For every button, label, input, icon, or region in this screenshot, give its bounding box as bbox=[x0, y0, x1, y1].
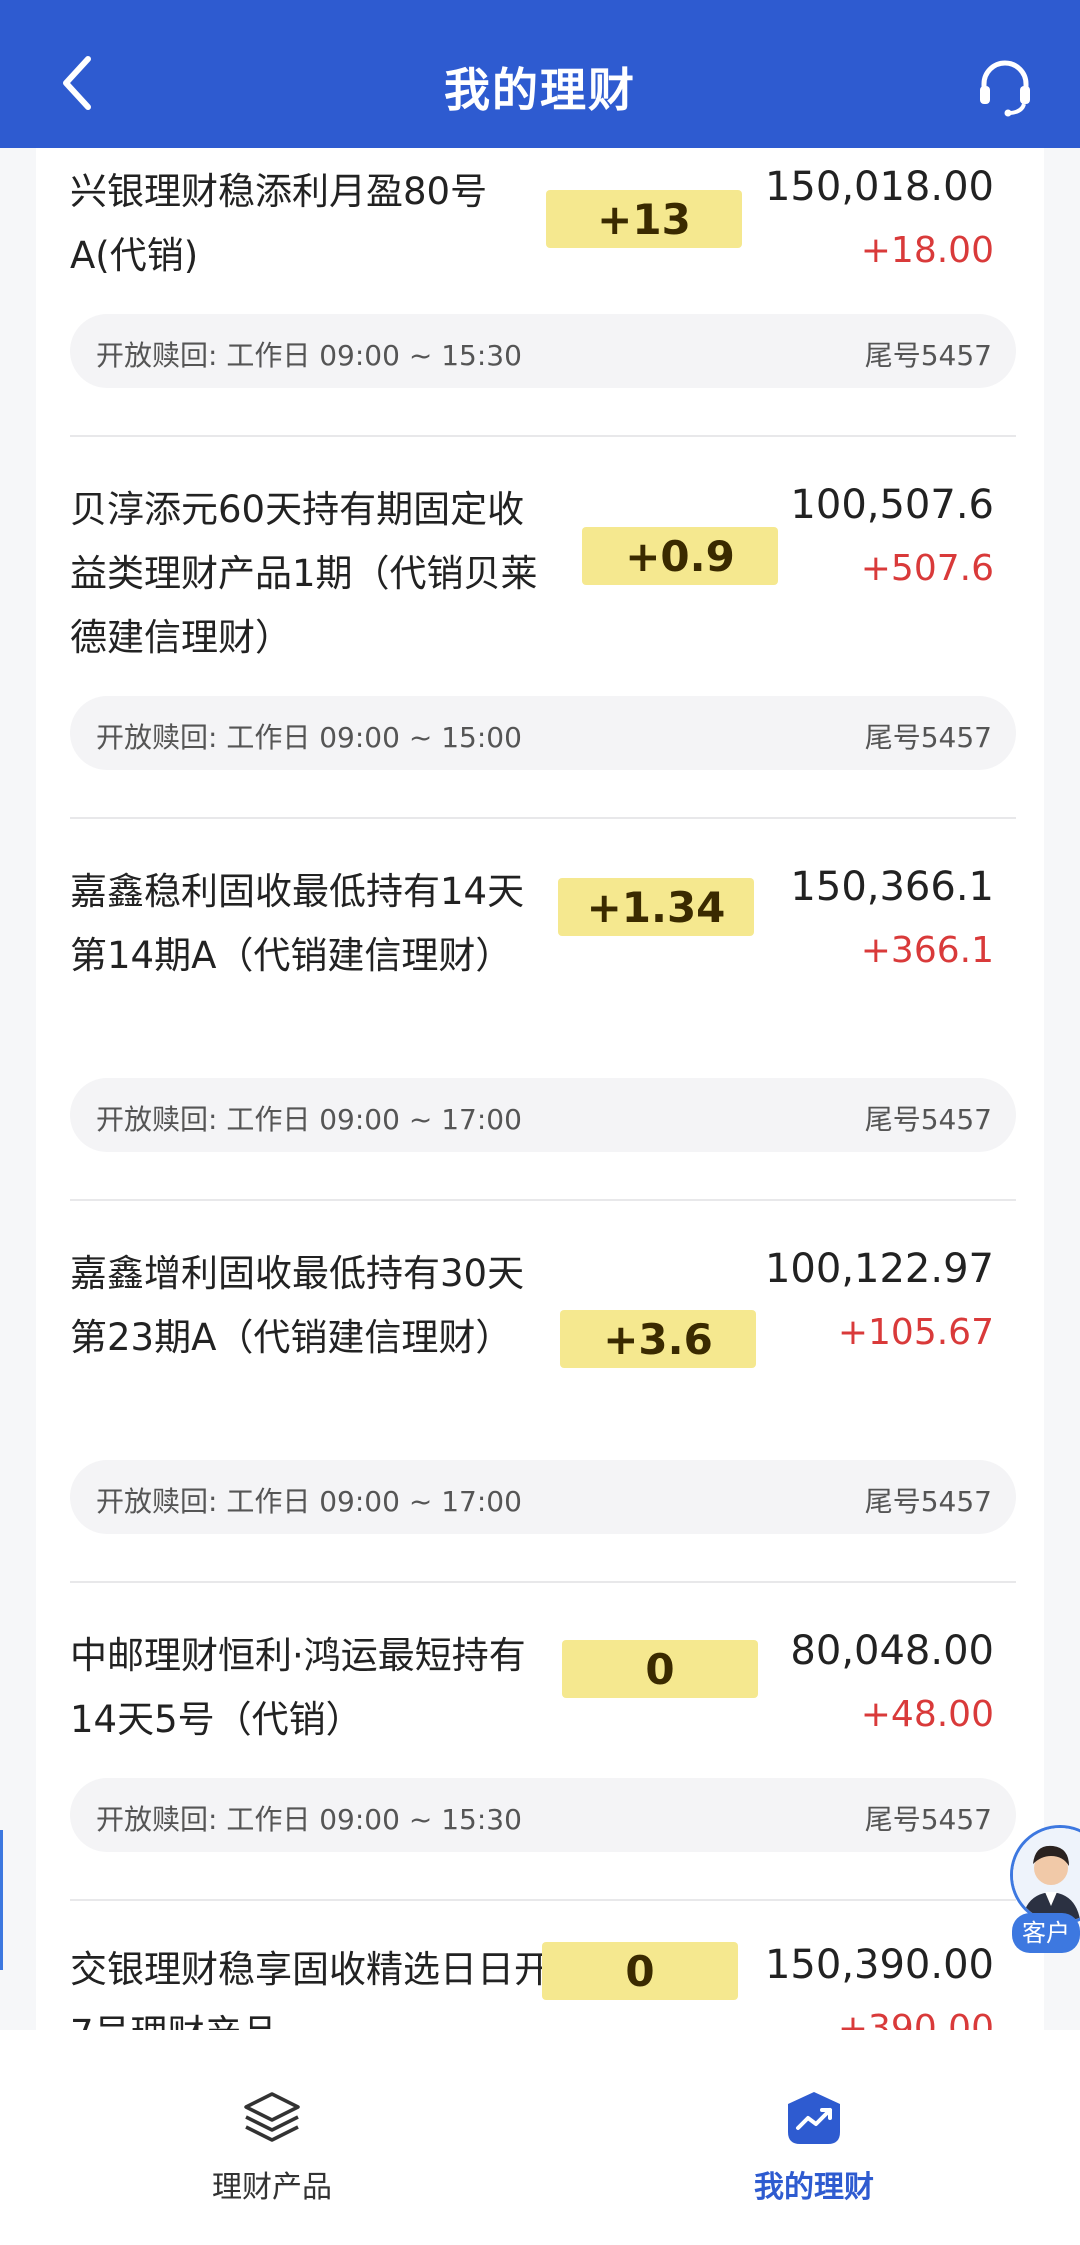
divider bbox=[70, 1199, 1016, 1201]
divider bbox=[70, 1581, 1016, 1583]
gain-amount: +18.00 bbox=[860, 230, 994, 271]
product-name: 嘉鑫稳利固收最低持有14天第14期A（代销建信理财） bbox=[70, 870, 525, 977]
list-item[interactable]: 嘉鑫稳利固收最低持有14天第14期A（代销建信理财） +1.34 150,366… bbox=[36, 820, 1044, 1202]
gain-amount: +366.1 bbox=[860, 930, 994, 971]
headset-icon bbox=[980, 60, 1030, 117]
top-bar: 我的理财 bbox=[0, 0, 1080, 148]
product-name: 中邮理财恒利·鸿运最短持有14天5号（代销） bbox=[70, 1634, 526, 1741]
account-tail: 尾号5457 bbox=[864, 721, 992, 754]
account-tail: 尾号5457 bbox=[864, 1103, 992, 1136]
person-icon bbox=[1013, 1828, 1080, 1922]
account-tail: 尾号5457 bbox=[864, 1485, 992, 1518]
change-badge: +0.9 bbox=[582, 527, 778, 585]
redeem-time: 开放赎回: 工作日 09:00 ~ 15:30 bbox=[96, 339, 522, 372]
holding-amount: 100,507.6 bbox=[790, 482, 994, 528]
change-badge: +1.34 bbox=[558, 878, 754, 936]
left-edge-indicator bbox=[0, 1830, 3, 1970]
redeem-info: 开放赎回: 工作日 09:00 ~ 15:30 尾号5457 bbox=[70, 314, 1016, 388]
gain-amount: +507.6 bbox=[860, 548, 994, 589]
list-item[interactable]: 交银理财稳享固收精选日日开7号理财产品 0 150,390.00 +390.00 bbox=[36, 1902, 1044, 2030]
tab-label: 理财产品 bbox=[212, 2170, 332, 2205]
holding-amount: 100,122.97 bbox=[764, 1246, 994, 1292]
gain-amount: +48.00 bbox=[860, 1694, 994, 1735]
redeem-info: 开放赎回: 工作日 09:00 ~ 17:00 尾号5457 bbox=[70, 1460, 1016, 1534]
page-title: 我的理财 bbox=[444, 63, 636, 117]
gain-amount: +390.00 bbox=[837, 2008, 994, 2030]
account-tail: 尾号5457 bbox=[864, 1803, 992, 1836]
divider bbox=[70, 1899, 1016, 1901]
account-tail: 尾号5457 bbox=[864, 339, 992, 372]
divider bbox=[70, 817, 1016, 819]
redeem-info: 开放赎回: 工作日 09:00 ~ 17:00 尾号5457 bbox=[70, 1078, 1016, 1152]
holding-amount: 150,366.1 bbox=[790, 864, 994, 910]
redeem-time: 开放赎回: 工作日 09:00 ~ 17:00 bbox=[96, 1485, 522, 1518]
agent-avatar bbox=[1010, 1825, 1080, 1925]
list-item[interactable]: 中邮理财恒利·鸿运最短持有14天5号（代销） 0 80,048.00 +48.0… bbox=[36, 1584, 1044, 1902]
redeem-time: 开放赎回: 工作日 09:00 ~ 15:00 bbox=[96, 721, 522, 754]
product-name: 交银理财稳享固收精选日日开7号理财产品 bbox=[70, 1948, 551, 2030]
holding-amount: 150,018.00 bbox=[764, 164, 994, 210]
holding-amount: 80,048.00 bbox=[790, 1628, 994, 1674]
layers-icon bbox=[244, 2092, 300, 2142]
redeem-time: 开放赎回: 工作日 09:00 ~ 17:00 bbox=[96, 1103, 522, 1136]
gain-amount: +105.67 bbox=[837, 1312, 994, 1353]
floating-service-avatar[interactable]: 客户 bbox=[1010, 1825, 1080, 1965]
tab-products[interactable]: 理财产品 bbox=[152, 2090, 392, 2206]
product-list: 兴银理财稳添利月盈80号A(代销) +13 150,018.00 +18.00 … bbox=[36, 148, 1044, 2030]
change-badge: +3.6 bbox=[560, 1310, 756, 1368]
redeem-info: 开放赎回: 工作日 09:00 ~ 15:00 尾号5457 bbox=[70, 696, 1016, 770]
redeem-time: 开放赎回: 工作日 09:00 ~ 15:30 bbox=[96, 1803, 522, 1836]
divider bbox=[70, 435, 1016, 437]
product-name: 贝淳添元60天持有期固定收益类理财产品1期（代销贝莱德建信理财） bbox=[70, 488, 538, 659]
product-name: 嘉鑫增利固收最低持有30天第23期A（代销建信理财） bbox=[70, 1252, 525, 1359]
change-badge: 0 bbox=[542, 1942, 738, 2000]
tab-my-finance[interactable]: 我的理财 bbox=[694, 2090, 934, 2206]
holding-amount: 150,390.00 bbox=[764, 1942, 994, 1988]
tab-label: 我的理财 bbox=[754, 2170, 874, 2205]
customer-service-button[interactable] bbox=[970, 52, 1040, 122]
list-item[interactable]: 嘉鑫增利固收最低持有30天第23期A（代销建信理财） +3.6 100,122.… bbox=[36, 1202, 1044, 1584]
list-item[interactable]: 贝淳添元60天持有期固定收益类理财产品1期（代销贝莱德建信理财） +0.9 10… bbox=[36, 438, 1044, 820]
bottom-tab-bar: 理财产品 我的理财 bbox=[0, 2030, 1080, 2245]
service-badge: 客户 bbox=[1012, 1913, 1080, 1953]
change-badge: 0 bbox=[562, 1640, 758, 1698]
trend-chart-icon bbox=[788, 2092, 840, 2144]
redeem-info: 开放赎回: 工作日 09:00 ~ 15:30 尾号5457 bbox=[70, 1778, 1016, 1852]
product-name: 兴银理财稳添利月盈80号A(代销) bbox=[70, 170, 488, 277]
change-badge: +13 bbox=[546, 190, 742, 248]
list-item[interactable]: 兴银理财稳添利月盈80号A(代销) +13 150,018.00 +18.00 … bbox=[36, 148, 1044, 438]
